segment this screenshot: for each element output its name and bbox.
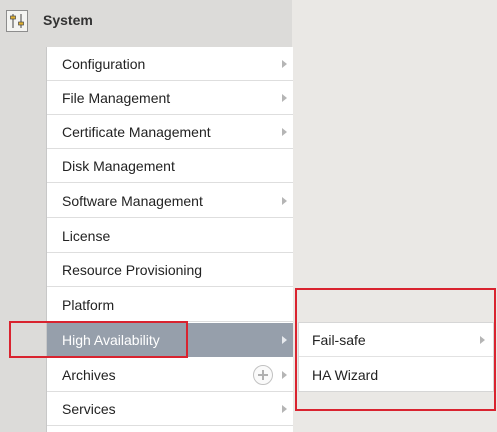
- system-menu: Configuration File Management Certificat…: [46, 47, 293, 432]
- system-title: System: [43, 12, 93, 28]
- chevron-right-icon: [282, 60, 287, 68]
- chevron-right-icon: [282, 128, 287, 136]
- system-header[interactable]: System: [0, 0, 292, 44]
- menu-item-label: Configuration: [62, 56, 146, 72]
- chevron-right-icon: [282, 197, 287, 205]
- chevron-right-icon: [480, 336, 485, 344]
- chevron-right-icon: [282, 94, 287, 102]
- chevron-right-icon: [282, 336, 287, 344]
- submenu-item-fail-safe[interactable]: Fail-safe: [299, 323, 493, 357]
- menu-item-services[interactable]: Services: [47, 392, 293, 426]
- submenu-item-label: Fail-safe: [312, 332, 366, 348]
- menu-item-platform[interactable]: Platform: [47, 288, 293, 322]
- menu-item-software-management[interactable]: Software Management: [47, 184, 293, 218]
- menu-item-label: Platform: [62, 297, 115, 313]
- system-settings-icon: [6, 10, 28, 32]
- menu-item-label: Software Management: [62, 193, 203, 209]
- menu-item-certificate-management[interactable]: Certificate Management: [47, 115, 293, 149]
- menu-item-label: Certificate Management: [62, 124, 211, 140]
- menu-item-license[interactable]: License: [47, 219, 293, 253]
- menu-item-file-management[interactable]: File Management: [47, 81, 293, 115]
- menu-item-configuration[interactable]: Configuration: [47, 47, 293, 81]
- menu-item-label: License: [62, 228, 111, 244]
- menu-item-high-availability[interactable]: High Availability: [47, 323, 293, 357]
- high-availability-submenu: Fail-safe HA Wizard: [298, 322, 494, 392]
- menu-item-label: Services: [62, 401, 116, 417]
- menu-item-disk-management[interactable]: Disk Management: [47, 149, 293, 183]
- menu-item-label: File Management: [62, 90, 171, 106]
- menu-item-archives[interactable]: Archives: [47, 358, 293, 392]
- menu-item-label: Archives: [62, 367, 116, 383]
- chevron-right-icon: [282, 405, 287, 413]
- menu-item-label: Resource Provisioning: [62, 262, 203, 278]
- add-icon[interactable]: [253, 365, 273, 385]
- menu-item-resource-provisioning[interactable]: Resource Provisioning: [47, 253, 293, 287]
- menu-item-label: Disk Management: [62, 158, 175, 174]
- submenu-item-ha-wizard[interactable]: HA Wizard: [299, 358, 493, 392]
- left-panel: System Configuration File Management Cer…: [0, 0, 293, 432]
- chevron-right-icon: [282, 371, 287, 379]
- menu-item-label: High Availability: [62, 332, 160, 348]
- submenu-item-label: HA Wizard: [312, 367, 379, 383]
